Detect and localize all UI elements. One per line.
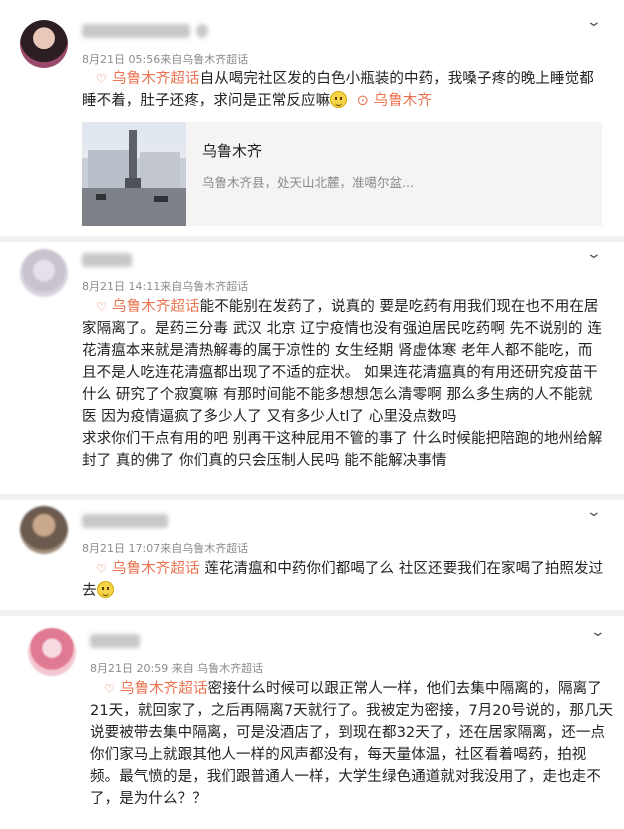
super-topic-icon: ♡: [104, 682, 115, 696]
location-card-title: 乌鲁木齐: [202, 142, 263, 160]
super-topic-icon: ♡: [96, 562, 107, 576]
weibo-feed: ⌄ 8月21日 05:56来自乌鲁木齐超话 ♡ 乌鲁木齐超话自从喝完社区发的白色小…: [0, 0, 624, 829]
post-text: ♡ 乌鲁木齐超话 莲花清瘟和中药你们都喝了么 社区还要我们在家喝了拍照发过 去: [82, 558, 612, 602]
chevron-down-icon[interactable]: ⌄: [586, 246, 602, 262]
super-topic-icon: ♡: [96, 300, 107, 314]
post-meta: 8月21日 05:56来自乌鲁木齐超话: [82, 53, 249, 66]
avatar[interactable]: [28, 628, 76, 676]
emoji: [96, 581, 114, 598]
post: ⌄ 8月21日 17:07来自乌鲁木齐超话 ♡ 乌鲁木齐超话 莲花清瘟和中药你们都…: [0, 500, 624, 610]
username[interactable]: [82, 24, 190, 38]
username[interactable]: [82, 253, 132, 267]
chevron-down-icon[interactable]: ⌄: [586, 14, 602, 30]
post: ⌄ 8月21日 14:11来自乌鲁木齐超话 ♡ 乌鲁木齐超话能不能别在发药了，说真…: [0, 242, 624, 494]
post-text: ♡ 乌鲁木齐超话自从喝完社区发的白色小瓶装的中药，我嗓子疼的晚上睡觉都 睡不着，肚…: [82, 68, 616, 112]
chevron-down-icon[interactable]: ⌄: [590, 624, 606, 640]
topic-link[interactable]: 乌鲁木齐超话: [112, 71, 200, 87]
post-meta: 8月21日 20:59 来自 乌鲁木齐超话: [90, 662, 264, 675]
location-pin-icon: ⊙: [351, 93, 369, 109]
topic-link[interactable]: 乌鲁木齐超话: [112, 561, 200, 577]
post-meta: 8月21日 17:07来自乌鲁木齐超话: [82, 542, 249, 555]
username[interactable]: [82, 514, 168, 528]
location-card-subtitle: 乌鲁木齐县，处天山北麓，准噶尔盆...: [202, 175, 414, 190]
location-photo: [82, 122, 186, 226]
topic-link[interactable]: 乌鲁木齐超话: [112, 299, 200, 315]
super-topic-icon: ♡: [96, 72, 107, 86]
topic-link[interactable]: 乌鲁木齐超话: [120, 681, 208, 697]
location-link[interactable]: 乌鲁木齐: [374, 93, 432, 109]
chevron-down-icon[interactable]: ⌄: [586, 504, 602, 520]
post-text: ♡ 乌鲁木齐超话密接什么时候可以跟正常人一样，他们去集中隔离的，隔离了 21天，就…: [90, 678, 614, 810]
avatar[interactable]: [20, 20, 68, 68]
username[interactable]: [90, 634, 140, 648]
user-badge: [196, 24, 208, 38]
post-text: ♡ 乌鲁木齐超话能不能别在发药了，说真的 要是吃药有用我们现在也不用在居 家隔离了…: [82, 296, 612, 472]
emoji: [330, 91, 348, 108]
post: ⌄ 8月21日 05:56来自乌鲁木齐超话 ♡ 乌鲁木齐超话自从喝完社区发的白色小…: [0, 0, 624, 236]
location-card[interactable]: 乌鲁木齐 乌鲁木齐县，处天山北麓，准噶尔盆...: [82, 122, 602, 226]
avatar[interactable]: [20, 506, 68, 554]
post-meta: 8月21日 14:11来自乌鲁木齐超话: [82, 280, 249, 293]
avatar[interactable]: [20, 249, 68, 297]
post: ⌄ 8月21日 20:59 来自 乌鲁木齐超话 ♡ 乌鲁木齐超话密接什么时候可以跟…: [0, 616, 624, 829]
